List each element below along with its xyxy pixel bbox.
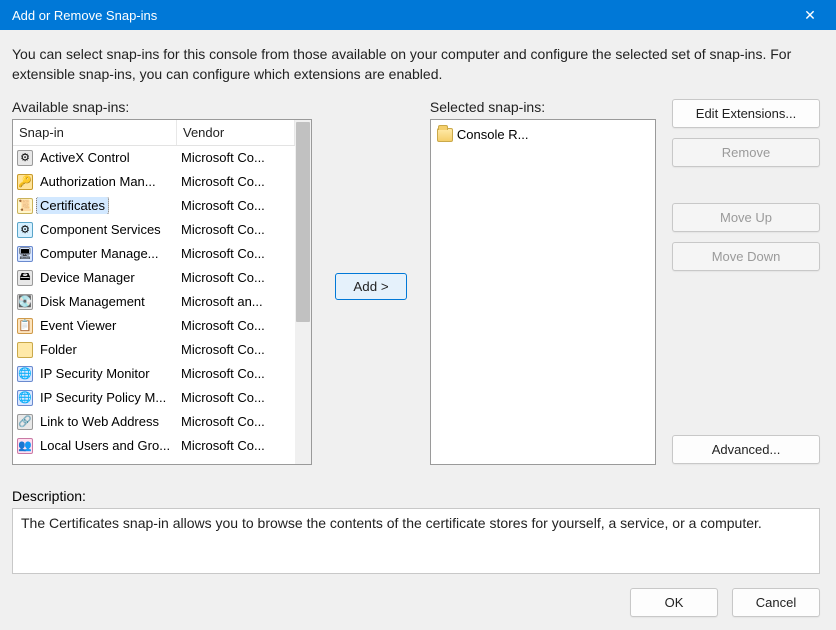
snapin-vendor: Microsoft Co... bbox=[181, 438, 295, 453]
column-header-snapin[interactable]: Snap-in bbox=[13, 120, 177, 145]
table-row[interactable]: ⚙ActiveX Control Microsoft Co... bbox=[13, 146, 295, 170]
footer-buttons: OK Cancel bbox=[12, 588, 820, 617]
available-list[interactable]: Snap-in Vendor ⚙ActiveX ControlMicrosoft… bbox=[12, 119, 312, 465]
column-header-vendor[interactable]: Vendor bbox=[177, 120, 295, 145]
available-label: Available snap-ins: bbox=[12, 99, 312, 115]
users-icon: 👥 bbox=[17, 438, 33, 454]
table-row[interactable]: Folder Microsoft Co... bbox=[13, 338, 295, 362]
ok-button[interactable]: OK bbox=[630, 588, 718, 617]
snapin-name: Certificates bbox=[37, 197, 108, 214]
move-up-button: Move Up bbox=[672, 203, 820, 232]
middle-column: Add > bbox=[328, 99, 414, 474]
table-row[interactable]: 📜Certificates Microsoft Co... bbox=[13, 194, 295, 218]
disk-icon: 💽 bbox=[17, 294, 33, 310]
table-row[interactable]: 💽Disk Management Microsoft an... bbox=[13, 290, 295, 314]
selected-column: Selected snap-ins: Console R... bbox=[430, 99, 656, 474]
move-down-button: Move Down bbox=[672, 242, 820, 271]
dialog-content: You can select snap-ins for this console… bbox=[0, 30, 836, 627]
event-icon: 📋 bbox=[17, 318, 33, 334]
snapin-name: Authorization Man... bbox=[37, 173, 159, 190]
description-text: The Certificates snap-in allows you to b… bbox=[21, 515, 762, 531]
list-item[interactable]: Console R... bbox=[435, 124, 651, 146]
snapin-vendor: Microsoft Co... bbox=[181, 318, 295, 333]
link-icon: 🔗 bbox=[17, 414, 33, 430]
table-row[interactable]: ⚙Component Services Microsoft Co... bbox=[13, 218, 295, 242]
snapin-name: Disk Management bbox=[37, 293, 148, 310]
main-area: Available snap-ins: Snap-in Vendor ⚙Acti… bbox=[12, 99, 820, 474]
table-row[interactable]: 📋Event Viewer Microsoft Co... bbox=[13, 314, 295, 338]
scrollbar-thumb[interactable] bbox=[296, 122, 310, 322]
intro-text: You can select snap-ins for this console… bbox=[12, 44, 820, 85]
snapin-vendor: Microsoft Co... bbox=[181, 150, 295, 165]
snapin-name: IP Security Monitor bbox=[37, 365, 153, 382]
mgmt-icon: 🖥 bbox=[17, 246, 33, 262]
dev-icon: 🖴 bbox=[17, 270, 33, 286]
ipsec-icon: 🌐 bbox=[17, 390, 33, 406]
snapin-vendor: Microsoft Co... bbox=[181, 390, 295, 405]
snapin-vendor: Microsoft Co... bbox=[181, 414, 295, 429]
cert-icon: 📜 bbox=[17, 198, 33, 214]
table-row[interactable]: 👥Local Users and Gro... Microsoft Co... bbox=[13, 434, 295, 458]
table-row[interactable]: 🌐IP Security Monitor Microsoft Co... bbox=[13, 362, 295, 386]
table-row[interactable]: 🔑Authorization Man... Microsoft Co... bbox=[13, 170, 295, 194]
remove-button: Remove bbox=[672, 138, 820, 167]
available-scrollbar[interactable] bbox=[295, 120, 311, 464]
advanced-button[interactable]: Advanced... bbox=[672, 435, 820, 464]
snapin-vendor: Microsoft Co... bbox=[181, 270, 295, 285]
snapin-name: Event Viewer bbox=[37, 317, 119, 334]
snapin-name: Local Users and Gro... bbox=[37, 437, 173, 454]
folder-icon bbox=[437, 128, 453, 142]
folder-icon bbox=[17, 342, 33, 358]
snapin-vendor: Microsoft Co... bbox=[181, 342, 295, 357]
edit-extensions-button[interactable]: Edit Extensions... bbox=[672, 99, 820, 128]
selected-list[interactable]: Console R... bbox=[430, 119, 656, 465]
snapin-name: IP Security Policy M... bbox=[37, 389, 169, 406]
comp-icon: ⚙ bbox=[17, 222, 33, 238]
snapin-name: Component Services bbox=[37, 221, 164, 238]
auth-icon: 🔑 bbox=[17, 174, 33, 190]
snapin-vendor: Microsoft Co... bbox=[181, 222, 295, 237]
snapin-name: Computer Manage... bbox=[37, 245, 162, 262]
right-button-column: Edit Extensions... Remove Move Up Move D… bbox=[672, 99, 820, 474]
snapin-name: ActiveX Control bbox=[37, 149, 133, 166]
ipsec-icon: 🌐 bbox=[17, 366, 33, 382]
snapin-name: Link to Web Address bbox=[37, 413, 162, 430]
snapin-vendor: Microsoft Co... bbox=[181, 246, 295, 261]
gear-icon: ⚙ bbox=[17, 150, 33, 166]
titlebar: Add or Remove Snap-ins ✕ bbox=[0, 0, 836, 30]
description-box: The Certificates snap-in allows you to b… bbox=[12, 508, 820, 574]
available-column: Available snap-ins: Snap-in Vendor ⚙Acti… bbox=[12, 99, 312, 474]
cancel-button[interactable]: Cancel bbox=[732, 588, 820, 617]
snapin-vendor: Microsoft an... bbox=[181, 294, 295, 309]
snapin-vendor: Microsoft Co... bbox=[181, 174, 295, 189]
add-button[interactable]: Add > bbox=[335, 273, 407, 300]
close-icon[interactable]: ✕ bbox=[792, 0, 828, 30]
table-row[interactable]: 🖴Device Manager Microsoft Co... bbox=[13, 266, 295, 290]
selected-label: Selected snap-ins: bbox=[430, 99, 656, 115]
snapin-vendor: Microsoft Co... bbox=[181, 198, 295, 213]
snapin-name: Device Manager bbox=[37, 269, 138, 286]
table-row[interactable]: 🖥Computer Manage... Microsoft Co... bbox=[13, 242, 295, 266]
selected-item-label: Console R... bbox=[457, 127, 529, 142]
description-label: Description: bbox=[12, 488, 820, 504]
snapin-name: Folder bbox=[37, 341, 80, 358]
available-list-header[interactable]: Snap-in Vendor bbox=[13, 120, 295, 146]
snapin-vendor: Microsoft Co... bbox=[181, 366, 295, 381]
dialog-title: Add or Remove Snap-ins bbox=[12, 8, 792, 23]
table-row[interactable]: 🔗Link to Web Address Microsoft Co... bbox=[13, 410, 295, 434]
table-row[interactable]: 🌐IP Security Policy M... Microsoft Co... bbox=[13, 386, 295, 410]
